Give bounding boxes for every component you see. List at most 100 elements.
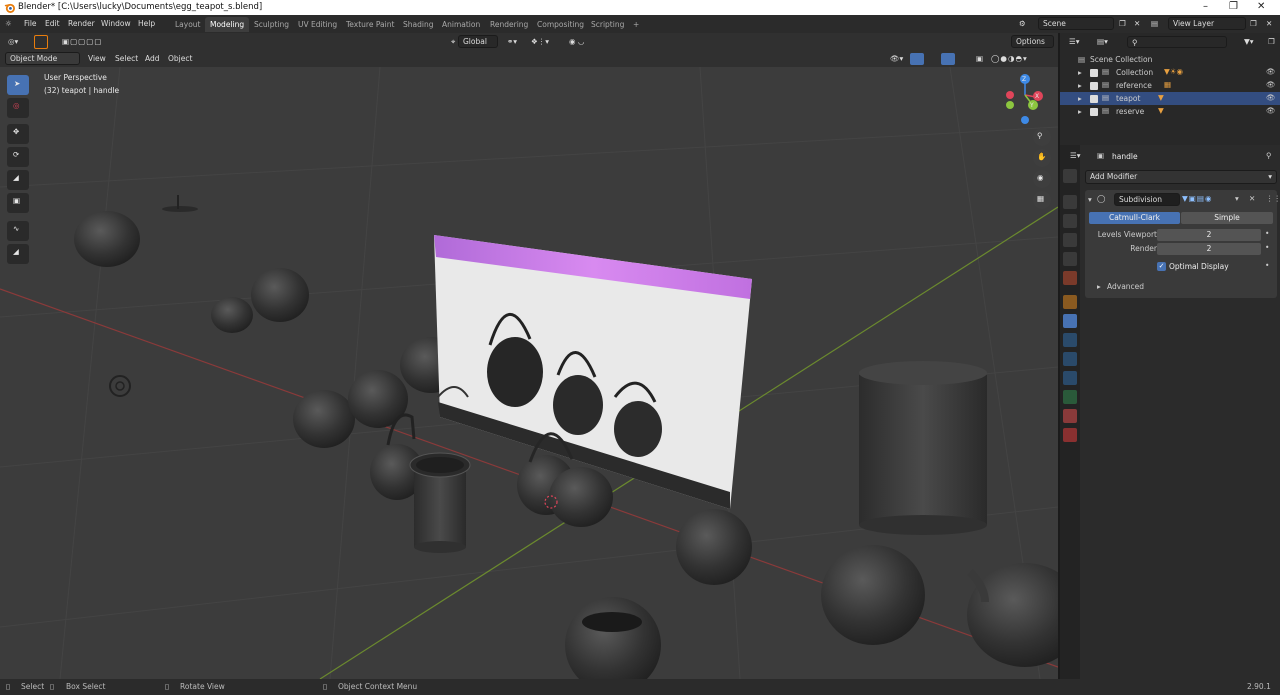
move-tool[interactable]: ✥ (7, 124, 29, 144)
teapot-object[interactable] (565, 597, 661, 679)
particles-tab-icon[interactable] (1063, 333, 1077, 347)
cursor-tool[interactable]: ◎ (7, 98, 29, 118)
reference-image-plane[interactable] (434, 235, 752, 509)
advanced-subpanel[interactable]: Advanced (1107, 282, 1144, 291)
camera-view-icon[interactable]: ◉ (1033, 170, 1051, 188)
maximize-button[interactable]: ❐ (1229, 1, 1238, 12)
exclude-checkbox[interactable] (1090, 82, 1098, 90)
measure-tool[interactable]: ◢ (7, 244, 29, 264)
proportional-editing-icon[interactable]: ◉ ◡ (565, 35, 588, 48)
teapot-object[interactable] (549, 467, 613, 527)
tab-shading[interactable]: Shading (398, 17, 438, 32)
advanced-arrow-icon[interactable]: ▸ (1097, 282, 1101, 291)
menu-help[interactable]: Help (138, 19, 155, 28)
catmull-clark-button[interactable]: Catmull-Clark (1089, 212, 1180, 224)
tab-texture-paint[interactable]: Texture Paint (341, 17, 399, 32)
pin-icon[interactable]: ⚲ (1266, 151, 1272, 160)
exclude-checkbox[interactable] (1090, 108, 1098, 116)
keyframe-dot-icon[interactable]: • (1265, 243, 1269, 252)
select-menu[interactable]: Select (111, 52, 142, 65)
tab-scripting[interactable]: Scripting (586, 17, 629, 32)
snap-icon[interactable]: ❖⋮▾ (527, 35, 553, 48)
scale-tool[interactable]: ◢ (7, 170, 29, 190)
collapse-arrow-icon[interactable]: ▾ (1088, 195, 1092, 204)
outliner-root[interactable]: ▤ Scene Collection (1060, 53, 1280, 66)
constraints-tab-icon[interactable] (1063, 371, 1077, 385)
teapot-object[interactable] (293, 390, 355, 448)
new-collection-icon[interactable]: ❐ (1264, 35, 1279, 48)
teapot-object[interactable] (74, 211, 140, 267)
mode-dropdown[interactable]: Object Mode (5, 52, 80, 65)
tab-uv-editing[interactable]: UV Editing (293, 17, 342, 32)
rotate-tool[interactable]: ⟳ (7, 147, 29, 167)
gizmos-toggle-icon[interactable] (910, 53, 924, 65)
expand-arrow-icon[interactable]: ▸ (1078, 68, 1082, 77)
selection-mode-icons[interactable]: ▣▢▢▢▢ (58, 35, 106, 48)
overlays-toggle-icon[interactable] (941, 53, 955, 65)
output-tab-icon[interactable] (1063, 214, 1077, 228)
visibility-eye-icon[interactable]: 👁 (1266, 93, 1276, 102)
perspective-toggle-icon[interactable]: ▦ (1033, 191, 1051, 209)
select-tool-icon[interactable] (34, 35, 48, 49)
xray-icon[interactable]: ▣ (972, 52, 987, 65)
pan-hand-icon[interactable]: ✋ (1033, 149, 1051, 167)
expand-arrow-icon[interactable]: ▸ (1078, 107, 1082, 116)
scene-tab-icon[interactable] (1063, 252, 1077, 266)
outliner-item-teapot[interactable]: ▸ ▤ teapot ▼ 👁 (1060, 92, 1280, 105)
tab-rendering[interactable]: Rendering (485, 17, 533, 32)
menu-file[interactable]: File (24, 19, 37, 28)
remove-modifier-icon[interactable]: ✕ (1249, 194, 1255, 203)
teapot-object[interactable] (251, 268, 309, 322)
options-dropdown[interactable]: Options (1011, 35, 1054, 48)
tool-tab-icon[interactable] (1063, 169, 1077, 183)
cylinder-object[interactable] (859, 375, 987, 525)
tab-compositing[interactable]: Compositing (532, 17, 589, 32)
teapot-object[interactable] (211, 297, 253, 333)
delete-view-layer-icon[interactable]: ✕ (1266, 19, 1272, 28)
shading-mode-icons[interactable]: ◯●◑◓▾ (987, 52, 1032, 65)
editor-type-icon[interactable]: ◎▾ (4, 35, 22, 48)
close-button[interactable]: ✕ (1257, 1, 1265, 12)
select-box-tool[interactable]: ➤ (7, 75, 29, 95)
transform-orientation-dropdown[interactable]: Global (458, 35, 498, 48)
tab-modeling[interactable]: Modeling (205, 17, 250, 32)
new-view-layer-icon[interactable]: ❐ (1250, 19, 1257, 28)
tab-sculpting[interactable]: Sculpting (249, 17, 294, 32)
tab-layout[interactable]: Layout (170, 17, 206, 32)
physics-tab-icon[interactable] (1063, 352, 1077, 366)
visibility-eye-icon[interactable]: 👁 (1266, 106, 1276, 115)
disc-object[interactable] (162, 206, 198, 212)
visibility-icon[interactable]: 👁▾ (886, 52, 907, 65)
simple-button[interactable]: Simple (1181, 212, 1273, 224)
visibility-eye-icon[interactable]: 👁 (1266, 67, 1276, 76)
keyframe-dot-icon[interactable]: • (1265, 261, 1269, 270)
add-workspace-button[interactable]: + (628, 17, 644, 32)
menu-render[interactable]: Render (68, 19, 95, 28)
menu-edit[interactable]: Edit (45, 19, 60, 28)
add-modifier-dropdown[interactable]: Add Modifier ▾ (1085, 170, 1277, 184)
annotate-tool[interactable]: ∿ (7, 221, 29, 241)
view-menu[interactable]: View (84, 52, 110, 65)
outliner-item-reserve[interactable]: ▸ ▤ reserve ▼ 👁 (1060, 105, 1280, 118)
keyframe-dot-icon[interactable]: • (1265, 229, 1269, 238)
optimal-display-checkbox[interactable]: ✓ (1157, 262, 1166, 271)
teapot-object[interactable] (676, 509, 752, 585)
texture-tab-icon[interactable] (1063, 428, 1077, 442)
new-scene-icon[interactable]: ❐ (1119, 19, 1126, 28)
expand-arrow-icon[interactable]: ▸ (1078, 81, 1082, 90)
add-menu[interactable]: Add (141, 52, 164, 65)
expand-arrow-icon[interactable]: ▸ (1078, 94, 1082, 103)
outliner-item-collection[interactable]: ▸ ▤ Collection ▼☀◉ 👁 (1060, 66, 1280, 79)
minimize-button[interactable]: – (1203, 1, 1208, 12)
display-mode-icon[interactable]: ▤▾ (1093, 35, 1112, 48)
levels-viewport-field[interactable]: 2 (1157, 229, 1261, 241)
material-tab-icon[interactable] (1063, 409, 1077, 423)
outliner-item-reference[interactable]: ▸ ▤ reference ▦ 👁 (1060, 79, 1280, 92)
outliner-search-input[interactable]: ⚲ (1127, 36, 1227, 48)
scene-selector[interactable]: Scene (1038, 17, 1114, 30)
menu-window[interactable]: Window (101, 19, 131, 28)
object-menu[interactable]: Object (164, 52, 196, 65)
exclude-checkbox[interactable] (1090, 95, 1098, 103)
modifier-tab-icon[interactable] (1063, 314, 1077, 328)
data-tab-icon[interactable] (1063, 390, 1077, 404)
